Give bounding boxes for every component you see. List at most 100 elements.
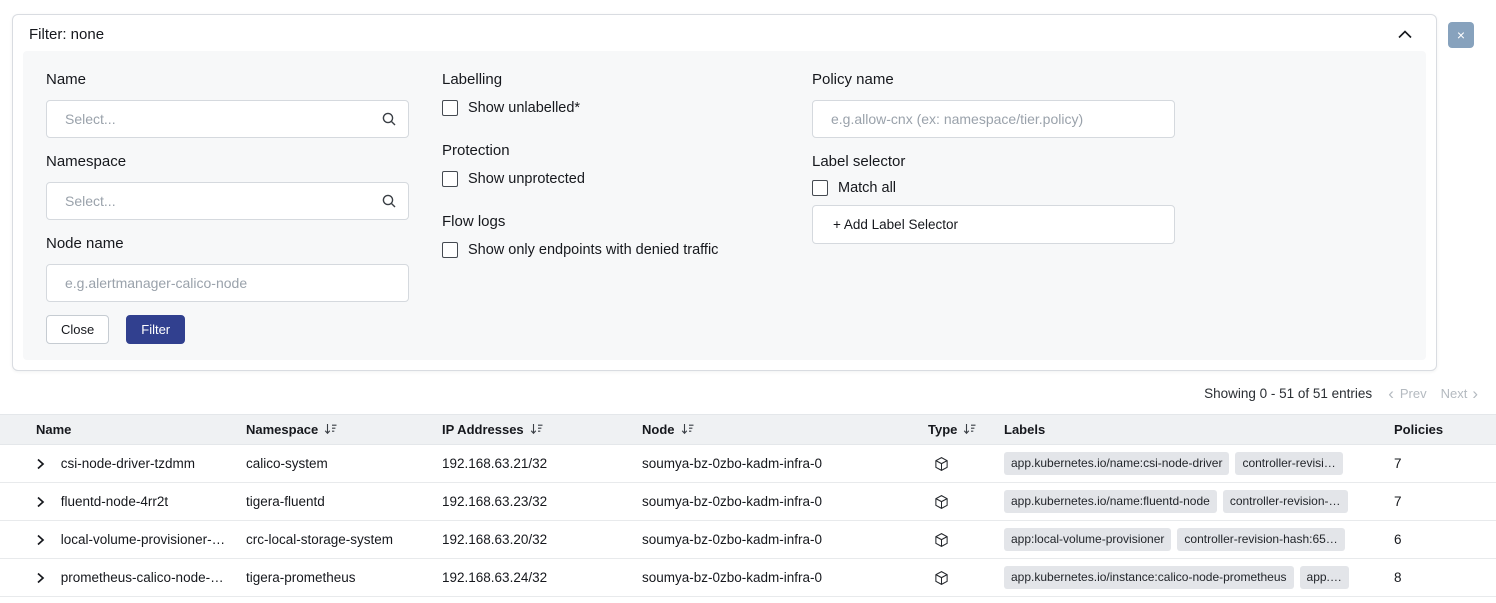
label-tag: app:local-volume-provisioner xyxy=(1004,528,1171,550)
name-select xyxy=(46,100,409,138)
name-field-label: Name xyxy=(46,69,409,91)
sort-icon[interactable] xyxy=(963,423,976,438)
filter-button[interactable]: Filter xyxy=(126,315,185,344)
checkbox-label: Show unprotected xyxy=(468,171,585,187)
filter-column-right: Policy name Label selector Match all + A… xyxy=(812,69,1175,244)
name-select-input[interactable] xyxy=(46,100,409,138)
endpoint-namespace: tigera-prometheus xyxy=(238,559,434,597)
endpoint-name: prometheus-calico-node-… xyxy=(61,570,224,585)
pagination: Showing 0 - 51 of 51 entries ‹ Prev Next… xyxy=(0,371,1496,414)
next-page-link[interactable]: Next xyxy=(1441,386,1468,401)
node-name-input[interactable] xyxy=(46,264,409,302)
show-unlabelled-checkbox[interactable]: Show unlabelled* xyxy=(442,100,776,116)
column-header-namespace[interactable]: Namespace xyxy=(238,415,434,445)
next-chevron-icon: › xyxy=(1472,385,1478,402)
pager-controls: ‹ Prev Next › xyxy=(1388,385,1478,402)
column-header-type[interactable]: Type xyxy=(920,415,996,445)
endpoint-ip: 192.168.63.23/32 xyxy=(434,483,634,521)
column-header-policies: Policies xyxy=(1386,415,1496,445)
policy-name-field xyxy=(812,100,1175,138)
endpoint-policies: 7 xyxy=(1386,483,1496,521)
sort-icon[interactable] xyxy=(530,423,543,438)
column-header-node[interactable]: Node xyxy=(634,415,920,445)
endpoint-name: fluentd-node-4rr2t xyxy=(61,494,168,509)
table-row[interactable]: fluentd-node-4rr2t tigera-fluentd 192.16… xyxy=(0,483,1496,521)
labelling-section-label: Labelling xyxy=(442,69,776,91)
entries-summary: Showing 0 - 51 of 51 entries xyxy=(1204,386,1372,401)
expand-row-icon[interactable] xyxy=(36,496,48,508)
policy-name-input[interactable] xyxy=(812,100,1175,138)
expand-row-icon[interactable] xyxy=(36,572,48,584)
endpoint-node: soumya-bz-0zbo-kadm-infra-0 xyxy=(634,483,920,521)
table-row[interactable]: local-volume-provisioner-… crc-local-sto… xyxy=(0,521,1496,559)
endpoint-policies: 6 xyxy=(1386,521,1496,559)
pod-icon xyxy=(934,494,949,510)
label-tag: controller-revision-… xyxy=(1223,490,1348,512)
table-header-row: Name Namespace IP Addresses Node Type La… xyxy=(0,415,1496,445)
endpoint-ip: 192.168.63.20/32 xyxy=(434,521,634,559)
namespace-select-input[interactable] xyxy=(46,182,409,220)
label-tag: app.… xyxy=(1300,566,1349,588)
search-icon xyxy=(381,193,397,209)
endpoint-node: soumya-bz-0zbo-kadm-infra-0 xyxy=(634,521,920,559)
node-name-field-label: Node name xyxy=(46,233,409,255)
checkbox[interactable] xyxy=(442,242,458,258)
label-tag: app.kubernetes.io/instance:calico-node-p… xyxy=(1004,566,1294,588)
column-header-labels: Labels xyxy=(996,415,1386,445)
close-icon: × xyxy=(1457,28,1465,42)
search-icon xyxy=(381,111,397,127)
match-all-checkbox[interactable]: Match all xyxy=(812,180,1175,196)
namespace-select xyxy=(46,182,409,220)
checkbox[interactable] xyxy=(812,180,828,196)
pod-icon xyxy=(934,570,949,586)
endpoint-node: soumya-bz-0zbo-kadm-infra-0 xyxy=(634,445,920,483)
collapse-filter-icon[interactable] xyxy=(1396,28,1414,41)
endpoints-table: Name Namespace IP Addresses Node Type La… xyxy=(0,414,1496,597)
show-unprotected-checkbox[interactable]: Show unprotected xyxy=(442,171,776,187)
endpoint-namespace: tigera-fluentd xyxy=(238,483,434,521)
filter-panel: Filter: none Name xyxy=(12,14,1437,371)
prev-page-link[interactable]: Prev xyxy=(1400,386,1427,401)
table-row[interactable]: prometheus-calico-node-… tigera-promethe… xyxy=(0,559,1496,597)
endpoints-page: Filter: none Name xyxy=(0,0,1496,597)
protection-section-label: Protection xyxy=(442,140,776,162)
expand-row-icon[interactable] xyxy=(36,534,48,546)
filter-column-left: Name Namespace xyxy=(46,69,409,344)
sort-icon[interactable] xyxy=(324,423,337,438)
filter-form: Name Namespace xyxy=(23,51,1426,360)
checkbox-label: Show unlabelled* xyxy=(468,100,580,116)
prev-chevron-icon: ‹ xyxy=(1388,385,1394,402)
checkbox[interactable] xyxy=(442,100,458,116)
filter-area: Filter: none Name xyxy=(0,0,1496,371)
filter-column-middle: Labelling Show unlabelled* Protection Sh… xyxy=(442,69,776,282)
policy-name-field-label: Policy name xyxy=(812,69,1175,91)
add-label-selector-button[interactable]: + Add Label Selector xyxy=(812,205,1175,244)
pod-icon xyxy=(934,532,949,548)
table-row[interactable]: csi-node-driver-tzdmm calico-system 192.… xyxy=(0,445,1496,483)
endpoint-policies: 8 xyxy=(1386,559,1496,597)
expand-row-icon[interactable] xyxy=(36,458,48,470)
label-selector-section-label: Label selector xyxy=(812,151,1175,173)
close-button[interactable]: Close xyxy=(46,315,109,344)
filter-actions: Close Filter xyxy=(46,315,409,344)
flow-logs-section-label: Flow logs xyxy=(442,211,776,233)
denied-traffic-checkbox[interactable]: Show only endpoints with denied traffic xyxy=(442,242,776,258)
checkbox[interactable] xyxy=(442,171,458,187)
label-tag: app.kubernetes.io/name:fluentd-node xyxy=(1004,490,1217,512)
label-tag: controller-revisi… xyxy=(1235,452,1342,474)
checkbox-label: Show only endpoints with denied traffic xyxy=(468,242,718,258)
endpoint-name: csi-node-driver-tzdmm xyxy=(61,456,195,471)
endpoint-namespace: crc-local-storage-system xyxy=(238,521,434,559)
endpoint-namespace: calico-system xyxy=(238,445,434,483)
pod-icon xyxy=(934,456,949,472)
label-tag: controller-revision-hash:65… xyxy=(1177,528,1344,550)
sort-icon[interactable] xyxy=(681,423,694,438)
endpoint-ip: 192.168.63.24/32 xyxy=(434,559,634,597)
endpoint-node: soumya-bz-0zbo-kadm-infra-0 xyxy=(634,559,920,597)
node-name-field xyxy=(46,264,409,302)
dismiss-filter-button[interactable]: × xyxy=(1448,22,1474,48)
checkbox-label: Match all xyxy=(838,180,896,196)
endpoint-name: local-volume-provisioner-… xyxy=(61,532,225,547)
endpoint-policies: 7 xyxy=(1386,445,1496,483)
column-header-ip-addresses[interactable]: IP Addresses xyxy=(434,415,634,445)
